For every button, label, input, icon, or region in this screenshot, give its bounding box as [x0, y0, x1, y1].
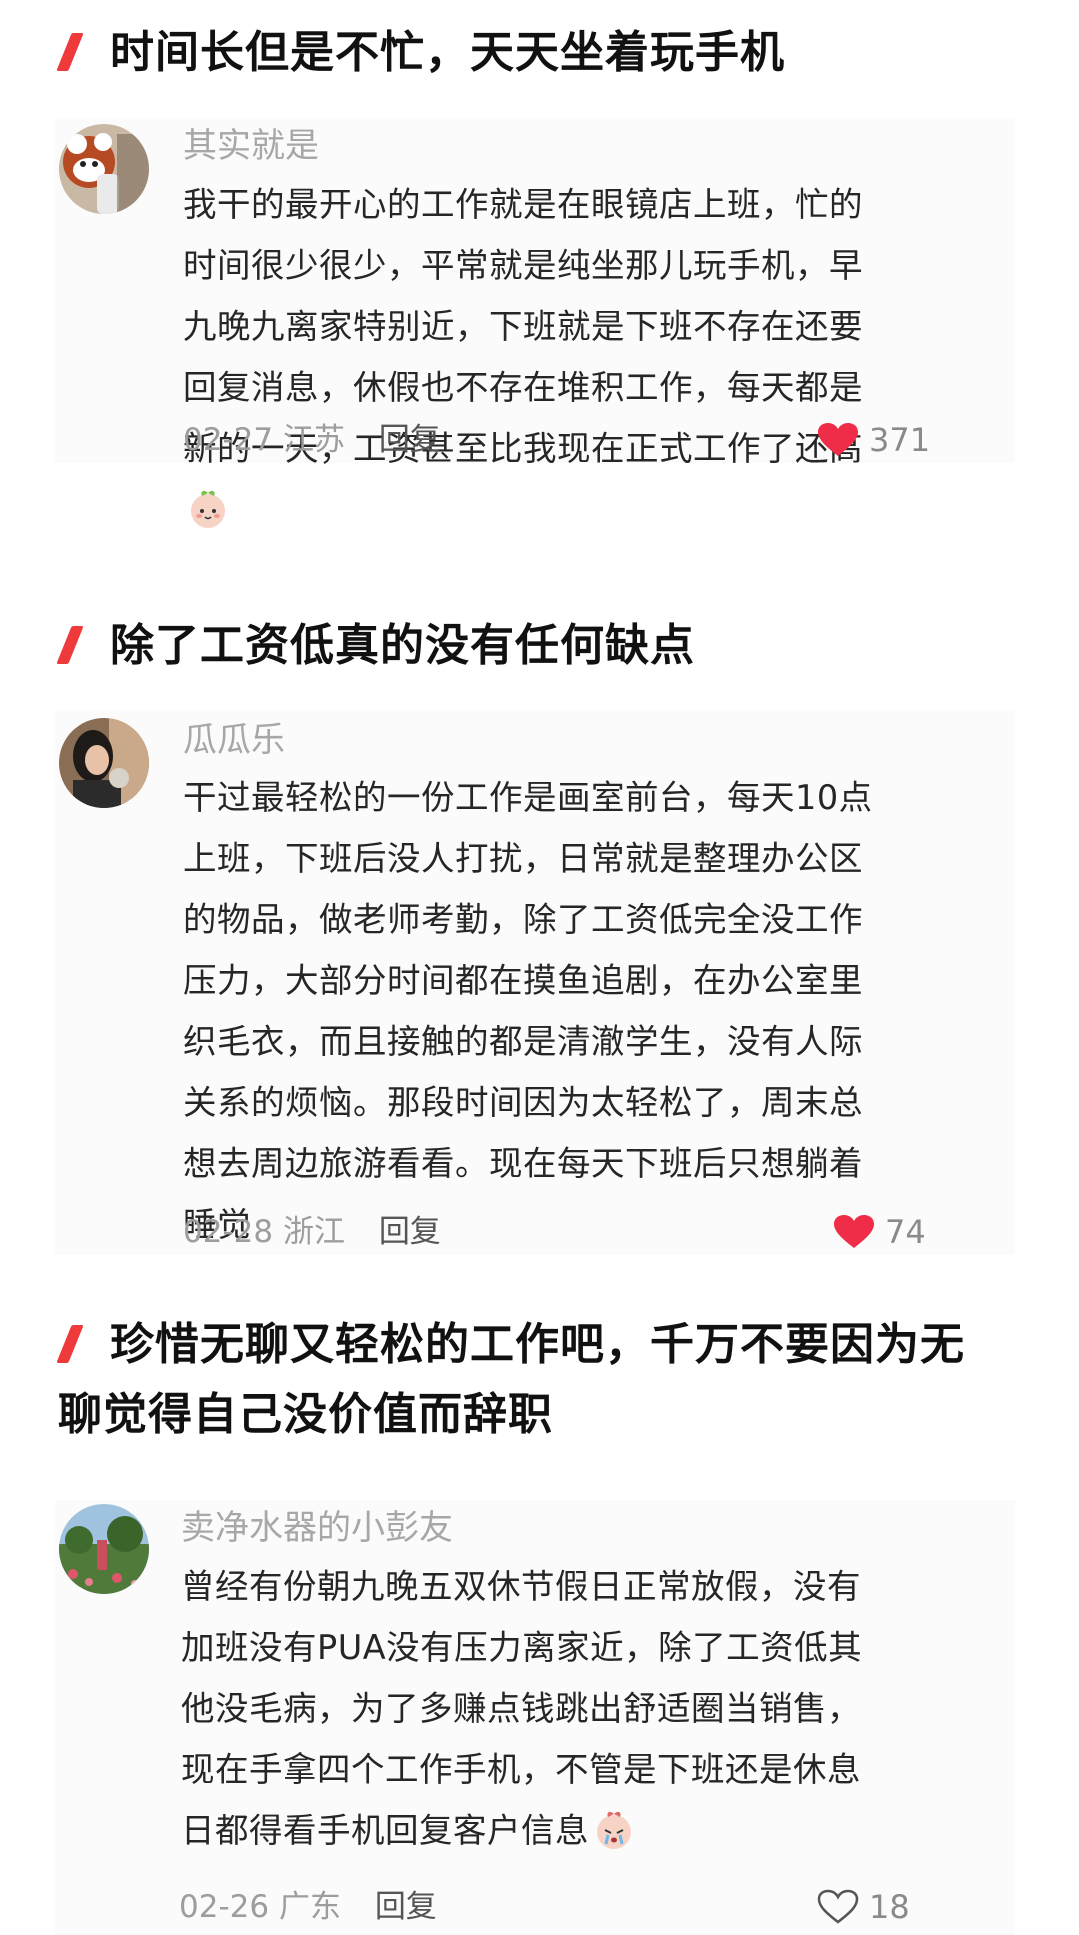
comment-body: 干过最轻松的一份工作是画室前台，每天10点上班，下班后没人打扰，日常就是整理办公… [183, 778, 873, 1244]
like-button[interactable]: 74 [833, 1210, 926, 1254]
reply-button[interactable]: 回复 [379, 422, 441, 458]
peach-face-emoji-icon [191, 490, 225, 528]
like-count: 18 [869, 1888, 910, 1926]
section-heading: 珍惜无聊又轻松的工作吧，千万不要因为无聊觉得自己没价值而辞职 [56, 1310, 988, 1450]
like-count: 371 [869, 421, 931, 459]
comment-meta: 02-28 浙江 回复 [183, 1210, 441, 1254]
comment-text: 曾经有份朝九晚五双休节假日正常放假，没有加班没有PUA没有压力离家近，除了工资低… [181, 1556, 886, 1861]
comment-date: 02-26 [179, 1889, 270, 1925]
crying-peach-emoji-icon [597, 1811, 631, 1849]
username[interactable]: 其实就是 [183, 124, 319, 168]
heading-text: 时间长但是不忙，天天坐着玩手机 [110, 27, 785, 78]
comment-date: 02-28 [183, 1214, 274, 1250]
avatar[interactable] [59, 718, 149, 808]
avatar[interactable] [59, 124, 149, 214]
like-count: 74 [885, 1213, 926, 1251]
comment-location: 广东 [278, 1889, 341, 1925]
comment-body: 曾经有份朝九晚五双休节假日正常放假，没有加班没有PUA没有压力离家近，除了工资低… [181, 1567, 863, 1850]
comment-text: 干过最轻松的一份工作是画室前台，每天10点上班，下班后没人打扰，日常就是整理办公… [183, 767, 883, 1255]
like-button[interactable]: 18 [817, 1885, 910, 1929]
comment-date: 02-27 [183, 422, 274, 458]
comment-location: 浙江 [282, 1214, 345, 1250]
section-heading: 时间长但是不忙，天天坐着玩手机 [56, 22, 1018, 84]
heart-filled-icon [834, 1215, 874, 1248]
section-heading: 除了工资低真的没有任何缺点 [56, 615, 1018, 677]
comment-meta: 02-27 江苏 回复 [183, 418, 441, 462]
heading-text: 除了工资低真的没有任何缺点 [110, 620, 695, 671]
comment-card: 其实就是 我干的最开心的工作就是在眼镜店上班，忙的时间很少很少，平常就是纯坐那儿… [55, 118, 1015, 528]
comment-card: 瓜瓜乐 干过最轻松的一份工作是画室前台，每天10点上班，下班后没人打扰，日常就是… [55, 710, 1015, 1255]
heart-filled-icon [818, 423, 858, 456]
reply-button[interactable]: 回复 [375, 1889, 437, 1925]
comment-card: 卖净水器的小彭友 曾经有份朝九晚五双休节假日正常放假，没有加班没有PUA没有压力… [55, 1500, 1015, 1935]
like-button[interactable]: 371 [817, 418, 930, 462]
avatar[interactable] [59, 1504, 149, 1594]
comment-text: 我干的最开心的工作就是在眼镜店上班，忙的时间很少很少，平常就是纯坐那儿玩手机，早… [183, 174, 883, 540]
accent-slash-icon [56, 33, 84, 71]
accent-slash-icon [56, 1325, 84, 1363]
reply-button[interactable]: 回复 [379, 1214, 441, 1250]
garden-photo-avatar-icon [59, 1504, 149, 1594]
girl-eating-avatar-icon [59, 718, 149, 808]
red-panda-avatar-icon [59, 124, 149, 214]
username[interactable]: 瓜瓜乐 [183, 718, 285, 762]
comment-location: 江苏 [282, 422, 345, 458]
accent-slash-icon [56, 626, 84, 664]
heading-text: 珍惜无聊又轻松的工作吧，千万不要因为无聊觉得自己没价值而辞职 [58, 1319, 965, 1440]
comment-meta: 02-26 广东 回复 [179, 1885, 437, 1929]
heart-outline-icon [817, 1889, 859, 1924]
username[interactable]: 卖净水器的小彭友 [181, 1506, 453, 1550]
